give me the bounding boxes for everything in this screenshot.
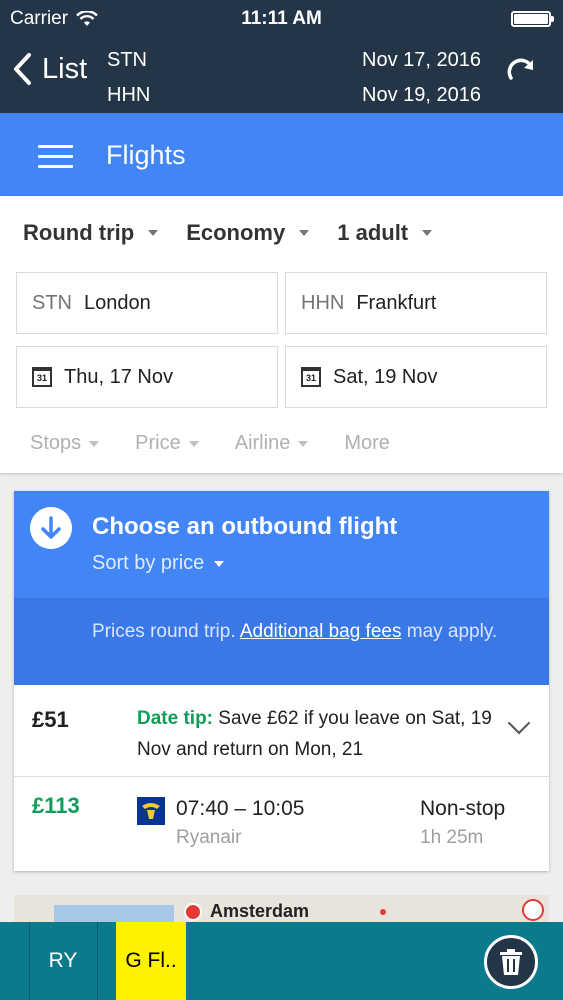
caret-down-icon: [298, 440, 309, 447]
filter-airline-label: Airline: [234, 432, 291, 454]
chevron-down-icon[interactable]: [507, 711, 531, 735]
caret-down-icon: [299, 230, 310, 236]
delete-button[interactable]: [484, 935, 538, 989]
search-form: Round trip Economy 1 adult STN London HH…: [0, 196, 563, 473]
filter-airline[interactable]: Airline: [235, 432, 309, 455]
flight-stops: Non-stop: [420, 797, 506, 820]
calendar-icon: 31: [32, 367, 52, 387]
return-date: Nov 19, 2016: [362, 84, 481, 106]
battery-icon: [511, 11, 554, 27]
filter-more[interactable]: More: [344, 432, 390, 455]
destination-field-code: HHN: [301, 291, 345, 314]
map-city-label: Amsterdam: [210, 901, 310, 921]
destination-field[interactable]: HHN Frankfurt: [285, 272, 547, 334]
filter-stops[interactable]: Stops: [30, 432, 100, 455]
sort-dropdown[interactable]: Sort by price: [92, 552, 225, 575]
tab-ry-label: RY: [48, 949, 78, 972]
flight-row[interactable]: £113 07:40 – 10:05 Ryanair Non-stop 1h 2…: [14, 777, 549, 871]
origin-field-city: London: [84, 291, 151, 314]
depart-date-field[interactable]: 31 Thu, 17 Nov: [16, 346, 278, 408]
refresh-icon[interactable]: [505, 54, 539, 88]
return-date-field[interactable]: 31 Sat, 19 Nov: [285, 346, 547, 408]
status-bar: Carrier 11:11 AM: [0, 0, 563, 38]
caret-down-icon: [422, 230, 433, 236]
caret-down-icon: [148, 230, 159, 236]
origin-code: STN: [107, 49, 147, 71]
app-bar: Flights: [0, 113, 563, 196]
price-note-suffix: may apply.: [401, 621, 498, 642]
arrow-down-circle-icon: [30, 507, 72, 549]
date-tip-row[interactable]: £51 Date tip: Save £62 if you leave on S…: [14, 685, 549, 777]
trip-type-label: Round trip: [23, 220, 135, 245]
tip-text: Date tip: Save £62 if you leave on Sat, …: [137, 703, 497, 765]
filter-more-label: More: [344, 432, 390, 454]
tab-ry[interactable]: RY: [30, 922, 96, 1000]
back-label: List: [42, 52, 88, 85]
return-date-value: Sat, 19 Nov: [333, 365, 438, 388]
cabin-label: Economy: [186, 220, 286, 245]
filter-price-label: Price: [135, 432, 181, 454]
filter-stops-label: Stops: [30, 432, 82, 454]
map-preview[interactable]: Amsterdam: [14, 895, 549, 925]
trip-type-dropdown[interactable]: Round trip: [23, 220, 159, 246]
depart-date-value: Thu, 17 Nov: [64, 365, 173, 388]
tab-g-flights-label: G Fl..: [125, 949, 177, 972]
map-pin-icon: [184, 903, 202, 921]
origin-field[interactable]: STN London: [16, 272, 278, 334]
results-card: Choose an outbound flight Sort by price …: [14, 491, 549, 871]
tab-divider: [97, 922, 98, 1000]
flight-duration: 1h 25m: [420, 827, 484, 848]
price-note-text: Prices round trip.: [92, 621, 240, 642]
flight-airline: Ryanair: [176, 827, 242, 848]
cabin-dropdown[interactable]: Economy: [186, 220, 310, 246]
caret-down-icon: [214, 560, 225, 567]
tip-label: Date tip:: [137, 708, 213, 729]
top-navigation-bar: Carrier 11:11 AM List STN HHN Nov 17, 20…: [0, 0, 563, 113]
map-dot-icon: [380, 909, 386, 915]
tip-price: £51: [32, 707, 69, 732]
status-time: 11:11 AM: [241, 8, 322, 29]
destination-code: HHN: [107, 84, 151, 106]
sort-label: Sort by price: [92, 552, 205, 574]
tab-g-flights[interactable]: G Fl..: [116, 922, 186, 1000]
flight-times: 07:40 – 10:05: [176, 797, 305, 820]
trash-icon: [500, 949, 522, 975]
bag-fees-link[interactable]: Additional bag fees: [240, 621, 402, 642]
origin-field-code: STN: [32, 291, 72, 314]
app-title: Flights: [106, 140, 186, 170]
calendar-icon: 31: [301, 367, 321, 387]
map-pin-icon: [522, 899, 544, 921]
flight-price: £113: [32, 793, 80, 818]
hamburger-icon[interactable]: [38, 145, 73, 169]
caret-down-icon: [188, 440, 199, 447]
back-button[interactable]: List: [12, 52, 87, 86]
search-options: Round trip Economy 1 adult: [23, 220, 433, 246]
passengers-label: 1 adult: [337, 220, 409, 245]
depart-date: Nov 17, 2016: [362, 49, 481, 71]
filter-price[interactable]: Price: [135, 432, 199, 455]
caret-down-icon: [89, 440, 100, 447]
ryanair-logo: [137, 797, 165, 825]
results-heading: Choose an outbound flight: [92, 513, 398, 540]
trip-dates: Nov 17, 2016 Nov 19, 2016: [362, 43, 481, 113]
passengers-dropdown[interactable]: 1 adult: [337, 220, 433, 246]
results-header: Choose an outbound flight Sort by price: [14, 491, 549, 598]
bottom-tab-bar: RY G Fl..: [0, 922, 563, 1000]
price-note: Prices round trip. Additional bag fees m…: [14, 598, 549, 685]
filter-bar: Stops Price Airline More: [30, 432, 390, 455]
route-codes: STN HHN: [107, 43, 150, 113]
chevron-left-icon: [14, 53, 31, 85]
destination-field-city: Frankfurt: [356, 291, 437, 314]
